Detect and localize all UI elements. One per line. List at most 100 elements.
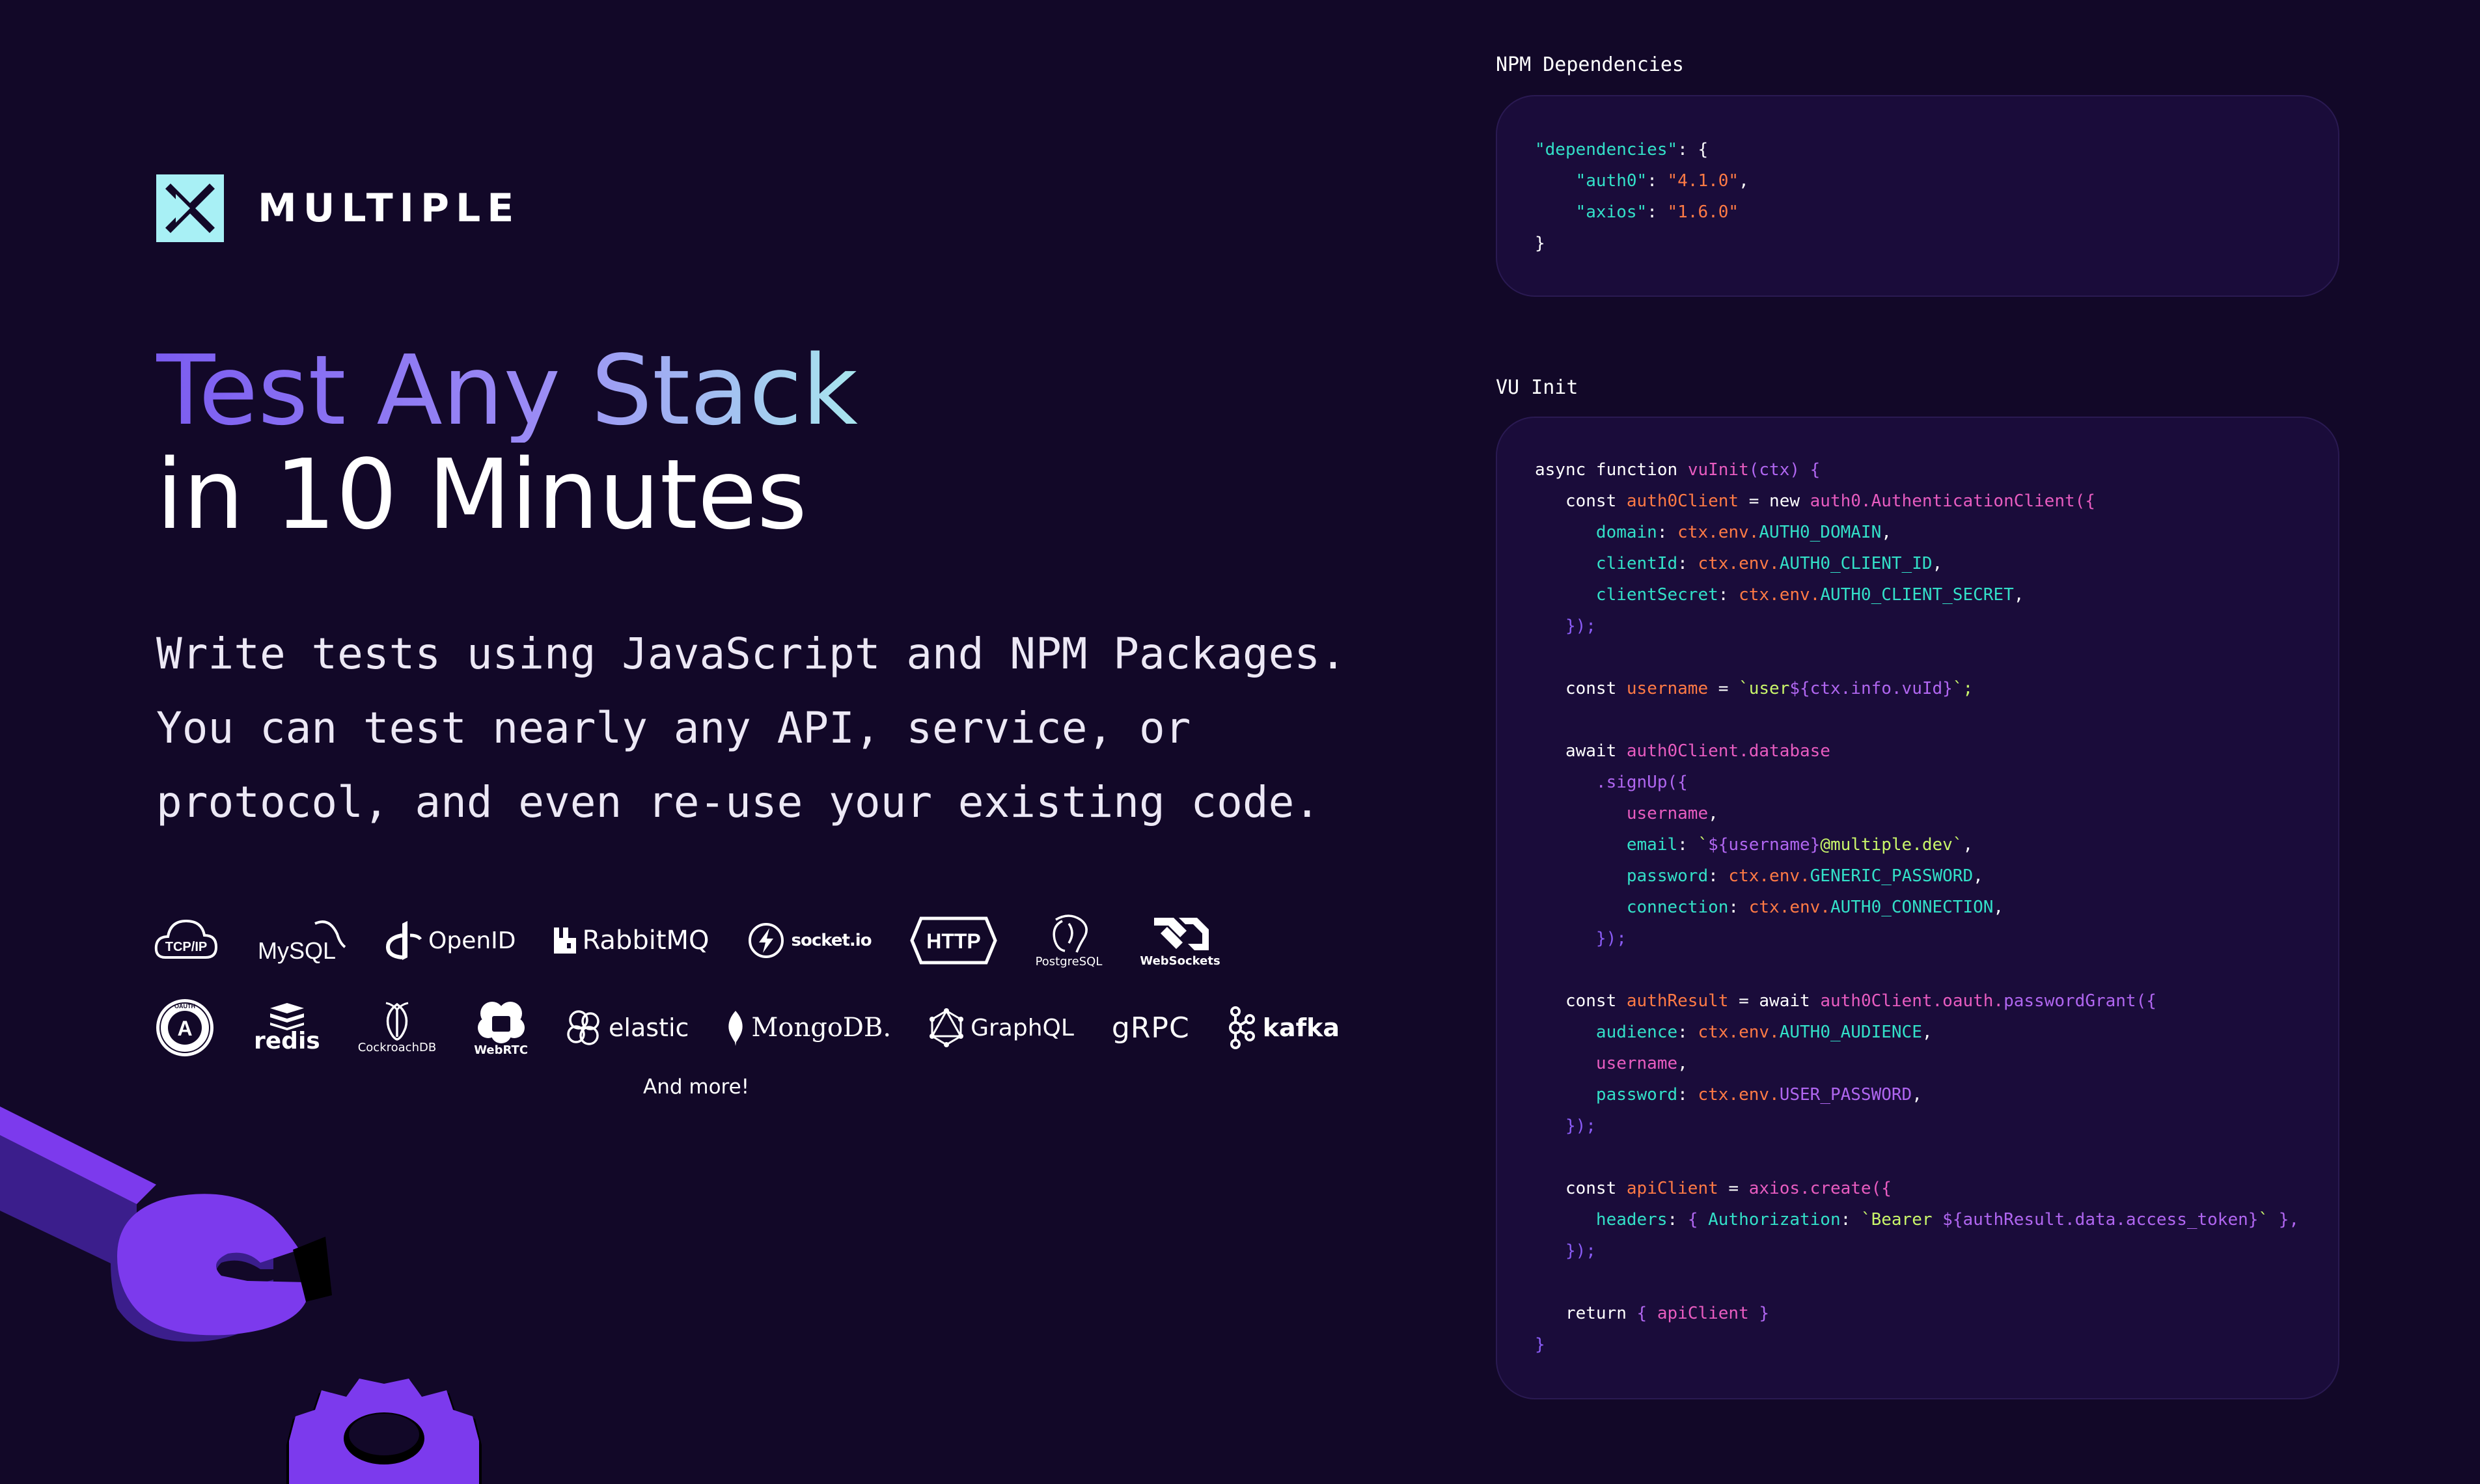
code-token: `	[2258, 1210, 2279, 1230]
openid-label: OpenID	[428, 927, 516, 954]
code-line: domain: ctx.env.AUTH0_DOMAIN,	[1535, 517, 2338, 548]
code-token: ctx.env.	[1739, 585, 1821, 605]
code-token: ,	[1912, 1085, 1922, 1105]
cockroachdb-icon	[385, 1002, 409, 1041]
grpc-label: gRPC	[1111, 1011, 1190, 1045]
tcp-ip-logo: TCP/IP	[154, 914, 219, 967]
code-line: });	[1535, 611, 2338, 642]
code-line: "axios": "1.6.0"	[1535, 197, 2338, 228]
code-token: });	[1535, 1116, 1596, 1136]
code-token: const	[1535, 991, 1627, 1011]
code-token: email	[1535, 835, 1678, 855]
code-token: ${username}	[1708, 835, 1821, 855]
kafka-icon	[1228, 1006, 1255, 1049]
cockroachdb-label: CockroachDB	[357, 1040, 437, 1054]
code-token: :	[1728, 898, 1749, 917]
rabbitmq-icon	[553, 928, 576, 954]
code-token: await	[1535, 741, 1627, 761]
code-token: :	[1647, 171, 1668, 191]
code-token: ,	[1677, 1054, 1688, 1073]
code-token: {	[1636, 1304, 1657, 1323]
code-token: password	[1535, 1085, 1678, 1105]
code-token: audience	[1535, 1023, 1678, 1042]
code-token: `Bearer	[1860, 1210, 1943, 1230]
postgresql-label: PostgreSQL	[1035, 954, 1103, 969]
code-token: }	[1535, 1335, 1545, 1354]
code-token: },	[2278, 1210, 2300, 1230]
code-line: password: ctx.env.GENERIC_PASSWORD,	[1535, 860, 2338, 892]
code-token: username	[1535, 804, 1709, 823]
redis-logo: redis	[254, 1002, 320, 1054]
code-token: ctx.env.	[1698, 1085, 1780, 1105]
code-token: :	[1667, 1210, 1688, 1230]
mongodb-icon	[728, 1011, 743, 1046]
code-line: });	[1535, 923, 2338, 954]
code-token: auth0Client.oauth.	[1820, 991, 2004, 1011]
openid-icon	[385, 921, 422, 960]
code-token: password	[1535, 866, 1709, 886]
and-more-label: And more!	[643, 1075, 750, 1099]
code-token: AUTH0_CONNECTION	[1830, 898, 1994, 917]
wrench-icon	[0, 1106, 332, 1342]
graphql-icon	[930, 1008, 964, 1047]
code-token: = await	[1728, 991, 1821, 1011]
code-token: auth0Client.database	[1626, 741, 1830, 761]
code-token: USER_PASSWORD	[1779, 1085, 1912, 1105]
code-line: audience: ctx.env.AUTH0_AUDIENCE,	[1535, 1017, 2338, 1048]
code-line: connection: ctx.env.AUTH0_CONNECTION,	[1535, 892, 2338, 923]
code-line: headers: { Authorization: `Bearer ${auth…	[1535, 1204, 2338, 1235]
code-token: :	[1677, 1085, 1698, 1105]
code-token: :	[1677, 554, 1698, 573]
mysql-label: MySQL	[258, 937, 336, 964]
graphql-label: GraphQL	[971, 1014, 1074, 1041]
code-token: AUTH0_DOMAIN	[1759, 523, 1882, 542]
code-line: });	[1535, 1235, 2338, 1267]
code-line: email: `${username}@multiple.dev`,	[1535, 829, 2338, 860]
brand-logo[interactable]: MULTIPLE	[156, 174, 520, 242]
code-line: const auth0Client = new auth0.Authentica…	[1535, 486, 2338, 517]
code-token: ctx.env.	[1728, 866, 1810, 886]
code-token: "auth0"	[1535, 171, 1647, 191]
rabbitmq-label: RabbitMQ	[582, 926, 710, 955]
http-label: HTTP	[926, 929, 981, 953]
code-token: :	[1708, 866, 1729, 886]
code-token: .signUp({	[1535, 773, 1688, 792]
brand-name: MULTIPLE	[258, 186, 521, 231]
code-token: return	[1535, 1304, 1637, 1323]
socketio-label: socket.io	[791, 931, 872, 950]
cockroachdb-logo: CockroachDB	[358, 1002, 436, 1054]
vu-init-code: async function vuInit(ctx) { const auth0…	[1497, 454, 2338, 1360]
webrtc-label: WebRTC	[474, 1043, 529, 1057]
tcp-ip-icon: TCP/IP	[154, 919, 218, 959]
oauth-label: OAUTH	[174, 1003, 195, 1010]
code-token: clientSecret	[1535, 585, 1718, 605]
code-line: return { apiClient }	[1535, 1298, 2338, 1329]
code-token: {	[1687, 1210, 1709, 1230]
code-token: GENERIC_PASSWORD	[1810, 866, 1974, 886]
code-token: = new	[1739, 491, 1810, 511]
code-line: await auth0Client.database	[1535, 735, 2338, 767]
code-token: }	[1748, 1304, 1770, 1323]
code-line: username,	[1535, 1048, 2338, 1079]
kafka-label: kafka	[1262, 1013, 1340, 1042]
mysql-logo: MySQL	[256, 914, 348, 967]
rabbitmq-logo: RabbitMQ	[553, 926, 710, 955]
code-token: : {	[1677, 140, 1709, 159]
grpc-logo: gRPC	[1112, 1011, 1190, 1045]
elastic-label: elastic	[609, 1013, 689, 1042]
code-token: @multiple.dev`	[1820, 835, 1963, 855]
code-token: const	[1535, 1179, 1627, 1198]
code-token: "1.6.0"	[1667, 202, 1739, 222]
code-line: "dependencies": {	[1535, 134, 2338, 165]
hero-headline: Test Any Stack in 10 Minutes	[156, 338, 858, 547]
headline-line-1: Test Any Stack	[156, 335, 858, 447]
code-line: password: ctx.env.USER_PASSWORD,	[1535, 1079, 2338, 1110]
code-token: :	[1657, 523, 1678, 542]
code-line: const apiClient = axios.create({	[1535, 1173, 2338, 1204]
hero-description: Write tests using JavaScript and NPM Pac…	[156, 617, 1346, 840]
code-token: AUTH0_CLIENT_ID	[1779, 554, 1933, 573]
